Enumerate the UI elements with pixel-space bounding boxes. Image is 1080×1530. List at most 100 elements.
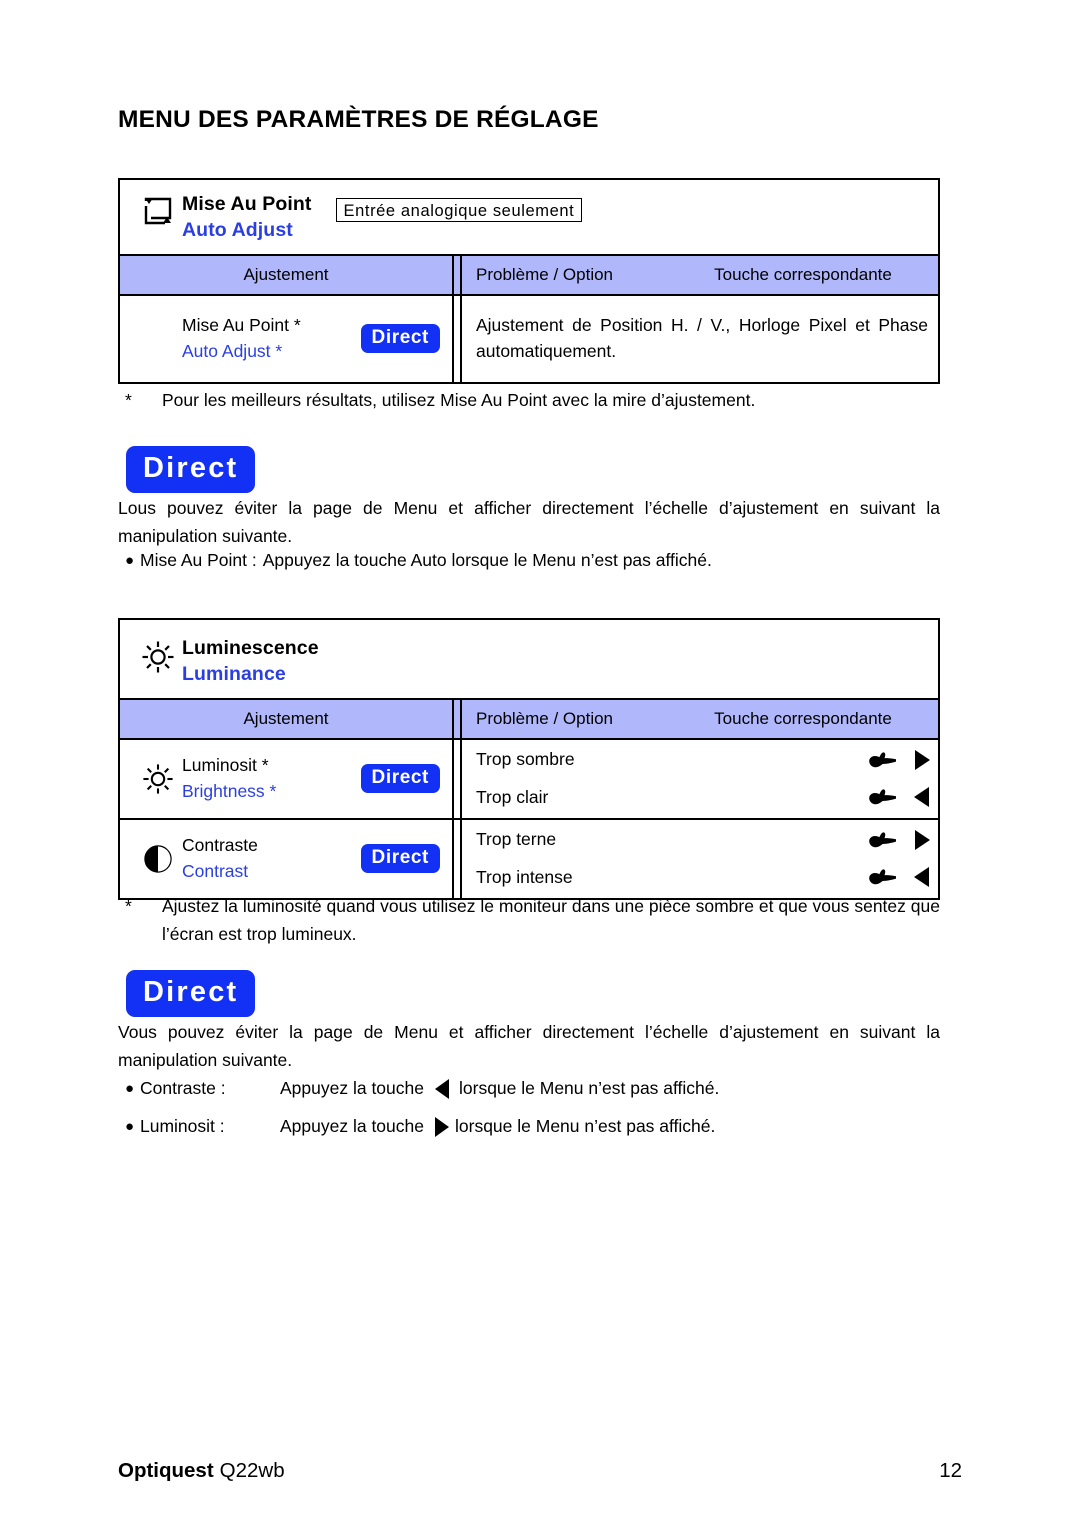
column-header-matching-key: Touche correspondante: [714, 264, 892, 284]
table-title-fr: Luminescence: [182, 637, 319, 659]
bullet-text-before: Appuyez la touche: [280, 1116, 424, 1136]
hand-pointer-icon: [868, 865, 898, 889]
row-label-fr: Mise Au Point *: [182, 315, 301, 336]
direct-paragraph-1: Lous pouvez éviter la page de Menu et af…: [118, 498, 940, 547]
footer-brand-name: Optiquest: [118, 1459, 214, 1482]
option-label: Trop intense: [476, 866, 573, 887]
column-header-right: Problème / Option Touche correspondante: [462, 700, 938, 738]
row-adjustment-cell: Contraste Contrast Direct: [120, 819, 454, 898]
row-label-fr: Contraste: [182, 835, 258, 856]
column-header-adjustment: Ajustement: [120, 699, 454, 738]
direct-badge[interactable]: Direct: [360, 764, 440, 794]
key-icons: [868, 828, 932, 852]
direct-paragraph-2: Vous pouvez éviter la page de Menu et af…: [118, 1022, 940, 1071]
option-label: Ajustement de Position H. / V., Horloge …: [476, 315, 928, 361]
page-title: MENU DES PARAMÈTRES DE RÉGLAGE: [118, 106, 599, 133]
contrast-half-circle-icon: [134, 844, 182, 874]
table-title-en: Luminance: [182, 663, 286, 686]
bullet-label: Contraste :: [140, 1078, 226, 1098]
hand-pointer-icon: [868, 748, 898, 772]
bullet-dot: ●: [125, 1118, 135, 1136]
key-icons: [868, 865, 932, 889]
asterisk-marker: *: [125, 390, 132, 410]
footer-model: Q22wb: [219, 1459, 285, 1482]
bullet-dot: ●: [125, 552, 135, 570]
option-label: Trop clair: [476, 786, 549, 807]
row-label-fr: Luminosit *: [182, 755, 269, 776]
triangle-right-icon: [912, 828, 932, 852]
footer-brand: Optiquest Q22wb: [118, 1459, 285, 1483]
option-label: Trop terne: [476, 829, 557, 850]
table-title-bar: Luminescence Luminance: [120, 620, 938, 698]
hand-pointer-icon: [868, 828, 898, 852]
sun-brightness-icon: [134, 636, 182, 674]
triangle-left-icon: [433, 1078, 452, 1100]
note-line-2: * Ajustez la luminosité quand vous utili…: [118, 892, 940, 949]
column-divider: [454, 819, 462, 898]
direct-banner-2[interactable]: Direct: [126, 970, 256, 1017]
direct-badge-slot: Direct: [360, 324, 440, 354]
table-header-row: Ajustement Problème / Option Touche corr…: [120, 253, 938, 294]
bullet-label: Luminosit :: [140, 1116, 225, 1136]
direct-badge-slot: Direct: [360, 844, 440, 874]
bullet-text-after: lorsque le Menu n’est pas affiché.: [455, 1116, 716, 1136]
table-title-bar: Mise Au Point Auto Adjust Entrée analogi…: [120, 180, 938, 254]
direct-bullet-1-1: ● Mise Au Point : Appuyez la touche Auto…: [118, 547, 712, 574]
table-mise-au-point: Mise Au Point Auto Adjust Entrée analogi…: [118, 178, 940, 384]
row-option-cell: Trop terne Trop intense: [462, 820, 938, 898]
footer-page-number: 12: [939, 1459, 962, 1482]
option-text: Ajustement de Position H. / V., Horloge …: [476, 307, 928, 370]
key-icons: [868, 785, 932, 809]
row-labels: Luminosit * Brightness *: [182, 753, 361, 804]
direct-badge[interactable]: Direct: [360, 324, 440, 354]
row-adjustment-cell: Luminosit * Brightness * Direct: [120, 739, 454, 818]
column-divider: [454, 699, 462, 738]
bullet-label: Mise Au Point :: [140, 550, 257, 570]
option-row: Trop terne: [476, 821, 938, 858]
table-row: Mise Au Point * Auto Adjust * Direct Aju…: [120, 293, 938, 382]
column-header-matching-key: Touche correspondante: [714, 708, 892, 728]
bullet-text-after: lorsque le Menu n’est pas affiché.: [459, 1078, 720, 1098]
triangle-left-icon: [912, 865, 932, 889]
asterisk-marker: *: [125, 896, 132, 916]
table-title-texts: Luminescence Luminance: [182, 636, 319, 688]
triangle-right-icon: [432, 1116, 451, 1138]
direct-banner-1[interactable]: Direct: [126, 446, 256, 493]
option-row: Trop clair: [476, 779, 938, 816]
direct-bullet-2-1: ● Contraste : Appuyez la touche lorsque …: [118, 1075, 719, 1102]
table-row: Contraste Contrast Direct Trop terne Tro…: [120, 817, 938, 898]
note-line-1: * Pour les meilleurs résultats, utilisez…: [118, 386, 940, 414]
auto-adjust-loop-icon: [134, 192, 182, 226]
direct-badge[interactable]: Direct: [360, 844, 440, 874]
direct-bullet-2-2: ● Luminosit : Appuyez la touche lorsque …: [118, 1113, 715, 1140]
column-header-right: Problème / Option Touche correspondante: [462, 256, 938, 294]
row-adjustment-cell: Mise Au Point * Auto Adjust * Direct: [120, 295, 454, 382]
table-title-texts: Mise Au Point Auto Adjust: [182, 192, 312, 244]
table-title-fr: Mise Au Point: [182, 193, 312, 215]
column-divider: [454, 739, 462, 818]
bullet-text-before: Appuyez la touche: [280, 1078, 424, 1098]
note-line-2-text: Ajustez la luminosité quand vous utilise…: [162, 896, 940, 945]
column-divider: [454, 295, 462, 382]
row-option-cell: Trop sombre Trop clair: [462, 740, 938, 818]
column-header-problem: Problème / Option: [476, 708, 614, 728]
row-label-en: Contrast: [182, 860, 249, 881]
table-title-en: Auto Adjust: [182, 219, 293, 242]
table-luminescence: Luminescence Luminance Ajustement Problè…: [118, 618, 940, 900]
row-option-cell: Ajustement de Position H. / V., Horloge …: [462, 296, 938, 382]
row-label-en: Auto Adjust *: [182, 340, 283, 361]
hand-pointer-icon: [868, 785, 898, 809]
bullet-text: Appuyez la touche Auto lorsque le Menu n…: [262, 550, 712, 570]
note-line-1-text: Pour les meilleurs résultats, utilisez M…: [162, 390, 756, 410]
row-labels: Mise Au Point * Auto Adjust *: [182, 313, 361, 364]
direct-badge-slot: Direct: [360, 764, 440, 794]
option-row: Trop sombre: [476, 741, 938, 778]
table-row: Luminosit * Brightness * Direct Trop som…: [120, 737, 938, 818]
bullet-dot: ●: [125, 1080, 135, 1098]
row-labels: Contraste Contrast: [182, 833, 361, 884]
triangle-left-icon: [912, 785, 932, 809]
triangle-right-icon: [912, 748, 932, 772]
column-header-adjustment: Ajustement: [120, 255, 454, 294]
option-row: Trop intense: [476, 859, 938, 896]
sun-brightness-icon: [134, 763, 182, 795]
